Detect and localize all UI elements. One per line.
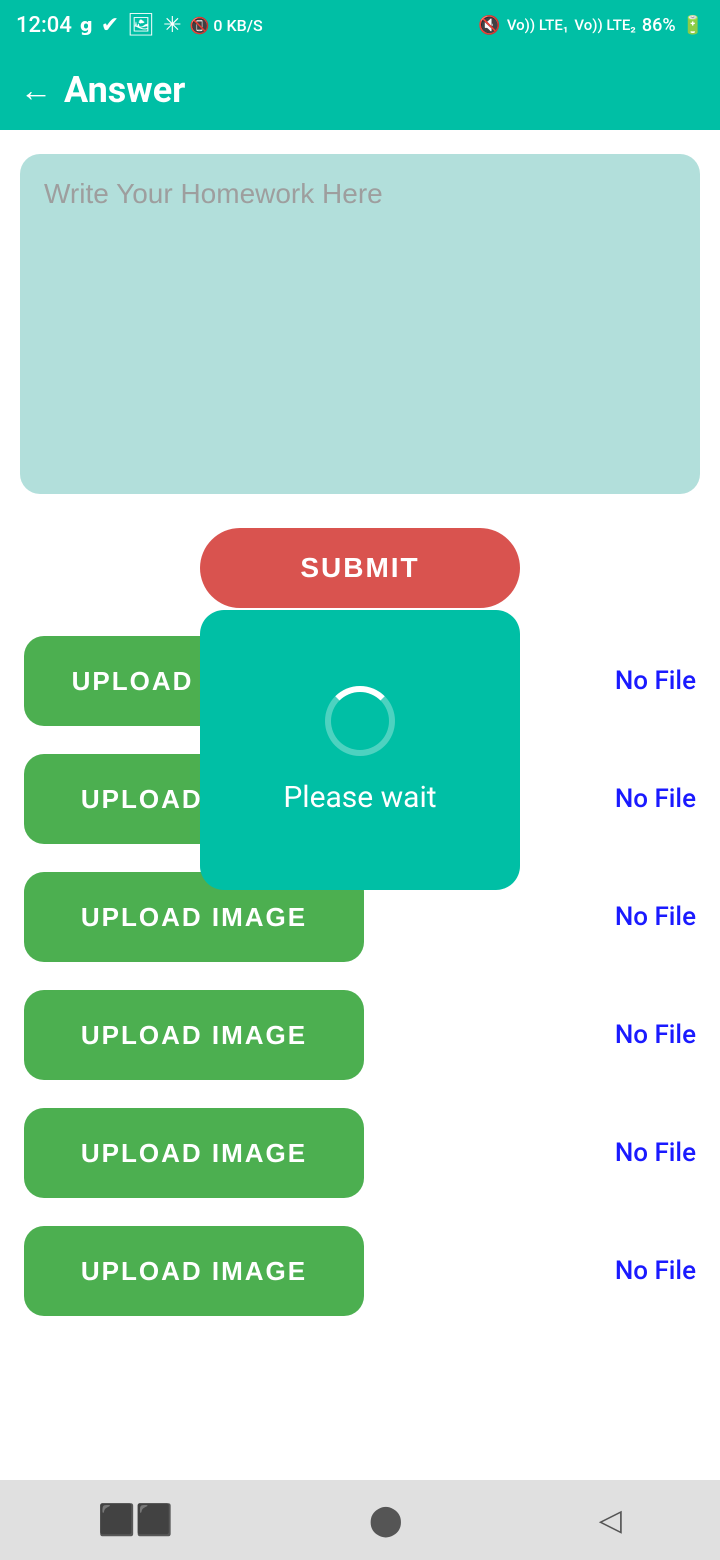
back-button[interactable]: ← <box>20 71 52 109</box>
submit-button[interactable]: SUBMIT <box>200 528 520 608</box>
upload-row-6: UPLOAD IMAGE No File <box>20 1226 700 1316</box>
settings-icon: ✳ <box>163 13 181 38</box>
upload-row-4: UPLOAD IMAGE No File <box>20 990 700 1080</box>
upload-button-6[interactable]: UPLOAD IMAGE <box>24 1226 364 1316</box>
clipboard-icon: ✔ <box>101 13 119 38</box>
nav-back-icon[interactable]: ◁ <box>599 1503 622 1538</box>
upload-button-5[interactable]: UPLOAD IMAGE <box>24 1108 364 1198</box>
battery-text: 86% <box>642 15 676 36</box>
upload-row-5: UPLOAD IMAGE No File <box>20 1108 700 1198</box>
top-bar: ← Answer <box>0 50 720 130</box>
mute-icon: 🔇 <box>478 15 500 36</box>
status-time: 12:04 <box>16 13 72 38</box>
status-right: 🔇 Vo)) LTE₁ Vo)) LTE₂ 86% 🔋 <box>478 15 704 36</box>
upload-button-4[interactable]: UPLOAD IMAGE <box>24 990 364 1080</box>
please-wait-text: Please wait <box>283 780 436 815</box>
nav-home-icon[interactable]: ⬤ <box>369 1503 403 1538</box>
nav-recent-icon[interactable]: ⬛⬛ <box>98 1503 173 1538</box>
no-file-label-4: No File <box>576 1020 696 1050</box>
loading-spinner <box>325 686 395 756</box>
bottom-nav: ⬛⬛ ⬤ ◁ <box>0 1480 720 1560</box>
no-file-label-6: No File <box>576 1256 696 1286</box>
no-file-label-3: No File <box>576 902 696 932</box>
homework-input[interactable] <box>20 154 700 494</box>
loading-overlay: Please wait <box>200 610 520 890</box>
page-title: Answer <box>64 69 185 111</box>
status-left: 12:04 𝗴 ✔ 🖼 ✳ 📵 0 KB/S <box>16 13 263 38</box>
status-bar: 12:04 𝗴 ✔ 🖼 ✳ 📵 0 KB/S 🔇 Vo)) LTE₁ Vo)) … <box>0 0 720 50</box>
main-content: SUBMIT UPLOAD IMA No File UPLOAD IMAGE N… <box>0 130 720 1550</box>
lte1-icon: Vo)) LTE₁ <box>507 16 569 34</box>
no-file-label-5: No File <box>576 1138 696 1168</box>
lte2-icon: Vo)) LTE₂ <box>574 16 636 34</box>
grammarly-icon: 𝗴 <box>80 15 93 36</box>
image-icon: 🖼 <box>127 13 155 38</box>
signal-off-icon: 📵 0 KB/S <box>190 16 263 35</box>
no-file-label-1: No File <box>576 666 696 696</box>
battery-icon: 🔋 <box>682 15 704 36</box>
no-file-label-2: No File <box>576 784 696 814</box>
